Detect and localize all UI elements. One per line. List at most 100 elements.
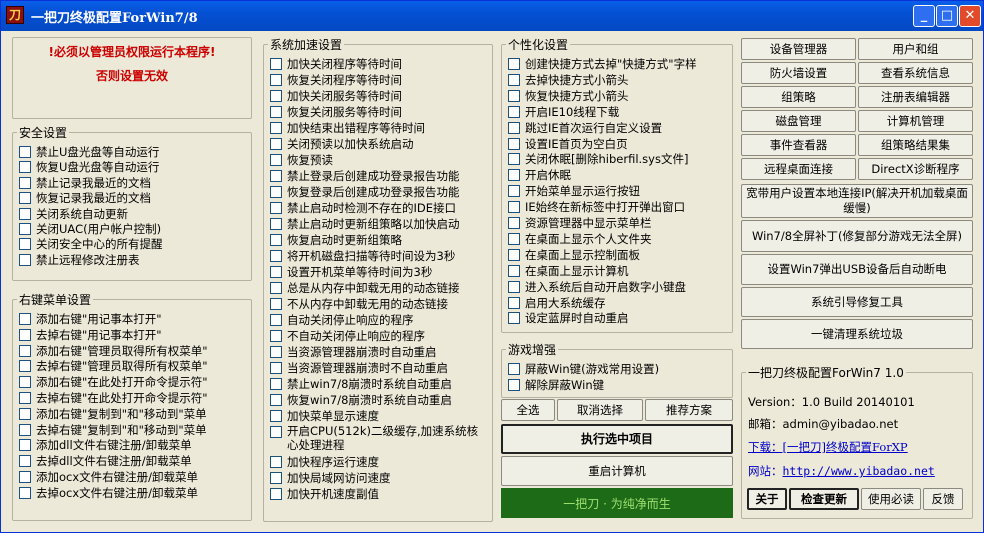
context-menu-option-12[interactable]: 去掉ocx文件右键注册/卸载菜单	[19, 485, 198, 501]
speedup-option-16[interactable]: 不从内存中卸载无用的动态链接	[270, 296, 448, 312]
speedup-option-22[interactable]: 恢复win7/8崩溃时系统自动重启	[270, 392, 452, 408]
speedup-option-13[interactable]: 将开机磁盘扫描等待时间设为3秒	[270, 248, 455, 264]
security-option-3[interactable]: 禁止记录我最近的文档	[19, 175, 151, 191]
checkbox[interactable]	[508, 296, 520, 309]
tool-button-6[interactable]: 注册表编辑器	[858, 86, 973, 108]
title-bar[interactable]: 刀 一把刀终极配置ForWin7/8 _ □ ✕	[1, 1, 983, 31]
wide-tool-button-5[interactable]: 一键清理系统垃圾	[741, 319, 973, 349]
speedup-option-25[interactable]: 加快程序运行速度	[270, 454, 379, 470]
tool-button-12[interactable]: DirectX诊断程序	[858, 158, 973, 180]
context-menu-option-8[interactable]: 去掉右键"复制到"和"移动到"菜单	[19, 422, 207, 438]
speedup-option-14[interactable]: 设置开机菜单等待时间为3秒	[270, 264, 432, 280]
checkbox[interactable]	[270, 90, 282, 102]
personal-option-6[interactable]: 设置IE首页为空白页	[508, 136, 628, 152]
checkbox[interactable]	[508, 121, 520, 134]
speedup-option-2[interactable]: 恢复关闭程序等待时间	[270, 72, 402, 88]
security-option-2[interactable]: 恢复U盘光盘等自动运行	[19, 159, 159, 175]
checkbox[interactable]	[19, 253, 31, 266]
checkbox[interactable]	[508, 312, 520, 325]
checkbox[interactable]	[508, 58, 520, 70]
restart-computer-button[interactable]: 重启计算机	[501, 456, 733, 486]
checkbox[interactable]	[508, 280, 520, 293]
personal-option-13[interactable]: 在桌面上显示控制面板	[508, 247, 640, 263]
personal-option-11[interactable]: 资源管理器中显示菜单栏	[508, 215, 652, 231]
checkbox[interactable]	[19, 486, 31, 499]
speedup-option-19[interactable]: 当资源管理器崩溃时自动重启	[270, 344, 437, 360]
context-menu-option-3[interactable]: 添加右键"管理员取得所有权菜单"	[19, 343, 208, 359]
select-all-button[interactable]: 全选	[501, 399, 555, 421]
checkbox[interactable]	[270, 106, 282, 118]
checkbox[interactable]	[270, 122, 282, 134]
personal-option-4[interactable]: 开启IE10线程下载	[508, 104, 619, 120]
checkbox[interactable]	[19, 313, 31, 325]
personal-option-17[interactable]: 设定蓝屏时自动重启	[508, 310, 629, 326]
check-update-button[interactable]: 检查更新	[789, 488, 859, 510]
personal-option-14[interactable]: 在桌面上显示计算机	[508, 263, 629, 279]
checkbox[interactable]	[270, 266, 282, 278]
checkbox[interactable]	[508, 201, 520, 214]
checkbox[interactable]	[270, 138, 282, 150]
recommend-plan-button[interactable]: 推荐方案	[645, 399, 733, 421]
speedup-option-8[interactable]: 禁止登录后创建成功登录报告功能	[270, 168, 460, 184]
speedup-option-9[interactable]: 恢复登录后创建成功登录报告功能	[270, 184, 460, 200]
context-menu-option-4[interactable]: 去掉右键"管理员取得所有权菜单"	[19, 358, 208, 374]
checkbox[interactable]	[508, 363, 520, 375]
speedup-option-10[interactable]: 禁止启动时检测不存在的IDE接口	[270, 200, 456, 216]
checkbox[interactable]	[270, 202, 282, 214]
checkbox[interactable]	[19, 376, 31, 389]
speedup-option-20[interactable]: 当资源管理器崩溃时不自动重启	[270, 360, 448, 376]
feedback-button[interactable]: 反馈	[923, 488, 963, 510]
tool-button-4[interactable]: 查看系统信息	[858, 62, 973, 84]
checkbox[interactable]	[19, 238, 31, 251]
checkbox[interactable]	[19, 161, 31, 174]
speedup-option-1[interactable]: 加快关闭程序等待时间	[270, 56, 402, 72]
checkbox[interactable]	[270, 186, 282, 198]
context-menu-option-10[interactable]: 去掉dll文件右键注册/卸载菜单	[19, 453, 192, 469]
checkbox[interactable]	[270, 218, 282, 230]
checkbox[interactable]	[508, 378, 520, 391]
website-link[interactable]: http://www.yibadao.net	[783, 464, 935, 478]
wide-tool-button-4[interactable]: 系统引导修复工具	[741, 287, 973, 317]
about-button[interactable]: 关于	[747, 488, 787, 510]
checkbox[interactable]	[508, 89, 520, 102]
speedup-option-27[interactable]: 加快开机速度副值	[270, 486, 379, 502]
personal-option-10[interactable]: IE始终在新标签中打开弹出窗口	[508, 199, 685, 215]
checkbox[interactable]	[19, 176, 31, 189]
speedup-option-21[interactable]: 禁止win7/8崩溃时系统自动重启	[270, 376, 452, 392]
security-option-4[interactable]: 恢复记录我最近的文档	[19, 190, 151, 206]
checkbox[interactable]	[508, 169, 520, 182]
game-option-2[interactable]: 解除屏蔽Win键	[508, 377, 604, 393]
checkbox[interactable]	[19, 146, 31, 158]
tool-button-8[interactable]: 计算机管理	[858, 110, 973, 132]
checkbox[interactable]	[508, 73, 520, 86]
checkbox[interactable]	[19, 471, 31, 483]
minimize-button[interactable]: _	[913, 5, 935, 27]
speedup-option-7[interactable]: 恢复预读	[270, 152, 333, 168]
speedup-option-23[interactable]: 加快菜单显示速度	[270, 408, 379, 424]
checkbox[interactable]	[508, 185, 520, 198]
context-menu-option-9[interactable]: 添加dll文件右键注册/卸载菜单	[19, 437, 192, 453]
personal-option-9[interactable]: 开始菜单显示运行按钮	[508, 183, 640, 199]
wide-tool-button-1[interactable]: 宽带用户设置本地连接IP(解决开机加载桌面缓慢)	[741, 184, 973, 218]
checkbox[interactable]	[270, 314, 282, 326]
speedup-option-6[interactable]: 关闭预读以加快系统启动	[270, 136, 414, 152]
speedup-option-4[interactable]: 恢复关闭服务等待时间	[270, 104, 402, 120]
tool-button-5[interactable]: 组策略	[741, 86, 856, 108]
checkbox[interactable]	[270, 58, 282, 70]
checkbox[interactable]	[270, 456, 282, 468]
checkbox[interactable]	[270, 426, 282, 438]
personal-option-15[interactable]: 进入系统后自动开启数字小键盘	[508, 279, 686, 295]
context-menu-option-2[interactable]: 去掉右键"用记事本打开"	[19, 327, 162, 343]
checkbox[interactable]	[270, 488, 282, 500]
checkbox[interactable]	[19, 192, 31, 205]
checkbox[interactable]	[19, 407, 31, 420]
checkbox[interactable]	[19, 328, 31, 341]
checkbox[interactable]	[270, 410, 282, 422]
personal-option-5[interactable]: 跳过IE首次运行自定义设置	[508, 120, 662, 136]
checkbox[interactable]	[19, 344, 31, 357]
checkbox[interactable]	[508, 153, 520, 166]
checkbox[interactable]	[508, 264, 520, 277]
checkbox[interactable]	[270, 170, 282, 182]
speedup-option-26[interactable]: 加快局域网访问速度	[270, 470, 391, 486]
checkbox[interactable]	[508, 232, 520, 245]
